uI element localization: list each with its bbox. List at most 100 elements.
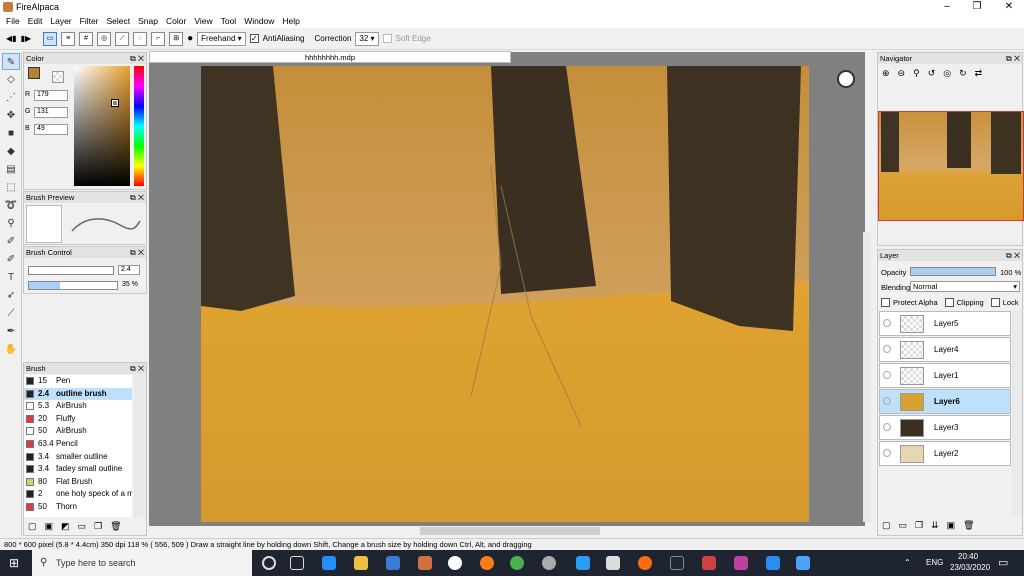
- layer-row[interactable]: Layer2: [879, 441, 1011, 466]
- steam-icon[interactable]: [670, 556, 684, 570]
- layer-visibility-icon[interactable]: [883, 423, 891, 431]
- firealpaca-taskbar-icon[interactable]: [448, 556, 462, 570]
- app-icon-15[interactable]: [734, 556, 748, 570]
- brush-opacity-slider[interactable]: [28, 281, 118, 290]
- layer-row[interactable]: Layer1: [879, 363, 1011, 388]
- menu-edit[interactable]: Edit: [28, 16, 43, 26]
- delete-brush-icon[interactable]: 🗑: [110, 521, 121, 532]
- correction-select[interactable]: 32 ▾: [355, 31, 379, 46]
- fill-rect-tool-icon[interactable]: ■: [2, 125, 20, 142]
- chrome-icon[interactable]: [510, 556, 524, 570]
- rotate-right-icon[interactable]: ↻: [959, 68, 967, 79]
- snap-perspective-button[interactable]: ⌐: [151, 31, 166, 46]
- hand-tool-icon[interactable]: ✋: [2, 341, 20, 358]
- mail-icon[interactable]: [386, 556, 400, 570]
- origin-icon[interactable]: [638, 556, 652, 570]
- tray-chevron-icon[interactable]: ⌃: [904, 558, 911, 567]
- layer-opacity-slider[interactable]: [910, 267, 996, 276]
- eraser-tool-icon[interactable]: ◇: [2, 71, 20, 88]
- app-icon-16[interactable]: [766, 556, 780, 570]
- reset-rotation-icon[interactable]: ◎: [943, 68, 951, 79]
- taskbar-search[interactable]: ⚲ Type here to search: [32, 550, 252, 576]
- app-icon-14[interactable]: [702, 556, 716, 570]
- layer-visibility-icon[interactable]: [883, 319, 891, 327]
- protect-alpha-checkbox[interactable]: [881, 298, 890, 307]
- brush-list-item[interactable]: 15 Pen: [24, 375, 132, 388]
- hue-slider[interactable]: [134, 66, 144, 186]
- layer-row[interactable]: Layer4: [879, 337, 1011, 362]
- brush-tool-icon[interactable]: ✎: [2, 53, 20, 70]
- operation-tool-icon[interactable]: ➶: [2, 287, 20, 304]
- eyedropper-tool-icon[interactable]: ✒: [2, 323, 20, 340]
- rotate-left-icon[interactable]: ↺: [928, 68, 936, 79]
- zoom-in-icon[interactable]: ⊕: [882, 68, 890, 79]
- text-tool-icon[interactable]: T: [2, 269, 20, 286]
- snap-grid-button[interactable]: #: [79, 31, 94, 46]
- brush-size-slider[interactable]: [28, 266, 114, 275]
- layer-visibility-icon[interactable]: [883, 371, 891, 379]
- select-eraser-tool-icon[interactable]: ✐: [2, 251, 20, 268]
- move-tool-icon[interactable]: ✥: [2, 107, 20, 124]
- app-icon-9[interactable]: [542, 556, 556, 570]
- brush-list-item[interactable]: 50 Thorn: [24, 501, 132, 514]
- file-explorer-icon[interactable]: [354, 556, 368, 570]
- panel-close-icon[interactable]: ⧉ ✕: [130, 53, 144, 64]
- panel-close-icon[interactable]: ⧉ ✕: [130, 192, 144, 203]
- panel-close-icon[interactable]: ⧉ ✕: [130, 247, 144, 258]
- gradient-tool-icon[interactable]: ▤: [2, 161, 20, 178]
- language-indicator[interactable]: ENG: [926, 558, 943, 567]
- sv-cursor[interactable]: [111, 99, 119, 107]
- menu-window[interactable]: Window: [244, 16, 274, 26]
- zoom-out-icon[interactable]: ⊖: [898, 68, 906, 79]
- clipping-checkbox[interactable]: [944, 298, 954, 307]
- horizontal-scroll-thumb[interactable]: [420, 527, 600, 535]
- new-folder-icon[interactable]: ▭: [899, 520, 908, 531]
- b-input[interactable]: 49: [34, 124, 68, 135]
- canvas-tab[interactable]: hhhhhhhh.mdp: [149, 51, 511, 63]
- primary-color-swatch[interactable]: [28, 67, 40, 79]
- menu-color[interactable]: Color: [166, 16, 186, 26]
- brush-list-item[interactable]: 20 Fluffy: [24, 413, 132, 426]
- g-input[interactable]: 131: [34, 107, 68, 118]
- store-icon[interactable]: [418, 556, 432, 570]
- firefox-icon[interactable]: [480, 556, 494, 570]
- edit-brush-icon[interactable]: ◩: [61, 521, 70, 532]
- brush-size-input[interactable]: 2.4: [118, 265, 140, 275]
- drawing-canvas[interactable]: [201, 66, 809, 522]
- brush-list-item[interactable]: 2 one holy speck of a m: [24, 488, 132, 501]
- r-input[interactable]: 179: [34, 90, 68, 101]
- panel-close-icon[interactable]: ⧉ ✕: [1006, 250, 1020, 261]
- blending-select[interactable]: Normal ▾: [910, 281, 1020, 292]
- menu-snap[interactable]: Snap: [138, 16, 158, 26]
- duplicate-layer-icon[interactable]: ❐: [915, 520, 923, 531]
- layer-visibility-icon[interactable]: [883, 397, 891, 405]
- panel-close-icon[interactable]: ⧉ ✕: [130, 363, 144, 374]
- snap-parallel-button[interactable]: ≡: [61, 31, 76, 46]
- layer-list-scrollbar[interactable]: [1012, 311, 1022, 515]
- select-tool-icon[interactable]: ⬚: [2, 179, 20, 196]
- lasso-tool-icon[interactable]: ➰: [2, 197, 20, 214]
- menu-select[interactable]: Select: [107, 16, 131, 26]
- select-pen-tool-icon[interactable]: ✐: [2, 233, 20, 250]
- brush-list-item[interactable]: 50 AirBrush: [24, 425, 132, 438]
- dot-tool-icon[interactable]: ⋰: [2, 89, 20, 106]
- menu-tool[interactable]: Tool: [221, 16, 237, 26]
- menu-help[interactable]: Help: [282, 16, 299, 26]
- soft-edge-checkbox[interactable]: [382, 34, 392, 43]
- cortana-icon[interactable]: [262, 556, 276, 570]
- new-brush-icon[interactable]: ▢: [28, 521, 37, 532]
- merge-layer-icon[interactable]: ⇊: [931, 520, 939, 531]
- edge-icon[interactable]: [322, 556, 336, 570]
- vertical-scrollbar[interactable]: [863, 232, 871, 522]
- menu-layer[interactable]: Layer: [50, 16, 71, 26]
- bucket-tool-icon[interactable]: ◆: [2, 143, 20, 160]
- snap-radial-button[interactable]: ⟋: [115, 31, 130, 46]
- app-icon-17[interactable]: [796, 556, 810, 570]
- brush-list-item[interactable]: 3.4 fadey small outline: [24, 463, 132, 476]
- notification-icon[interactable]: ▭: [998, 556, 1008, 569]
- layer-row[interactable]: Layer6: [879, 389, 1011, 414]
- brush-list-item[interactable]: 3.4 smaller outline: [24, 451, 132, 464]
- windows-start-icon[interactable]: ⊞: [9, 556, 19, 570]
- layer-row[interactable]: Layer3: [879, 415, 1011, 440]
- zoom-fit-icon[interactable]: ⚲: [913, 68, 920, 79]
